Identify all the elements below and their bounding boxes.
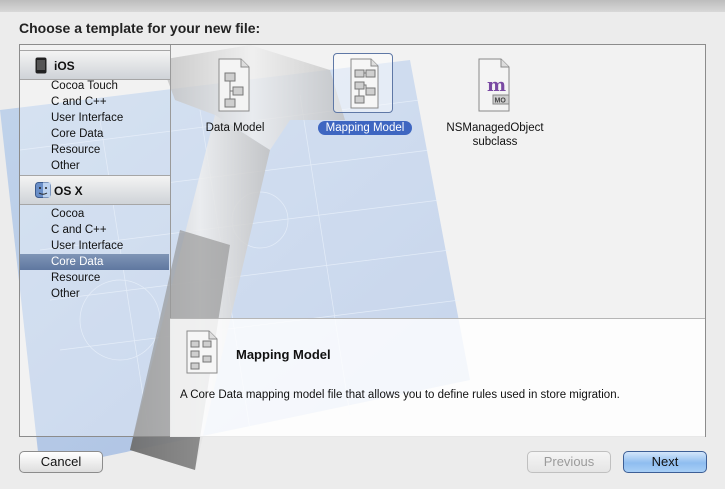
window-titlebar-strip: [0, 0, 725, 12]
data-model-file-icon: [218, 58, 250, 112]
sidebar-item-user-interface-osx[interactable]: User Interface: [20, 238, 169, 254]
previous-button[interactable]: Previous: [527, 451, 611, 473]
template-data-model[interactable]: Data Model: [185, 55, 285, 155]
template-chooser-panel: iOS Cocoa Touch C and C++ User Interface…: [19, 44, 706, 437]
dialog-title: Choose a template for your new file:: [19, 20, 261, 36]
template-mapping-model[interactable]: Mapping Model: [315, 53, 415, 153]
cancel-button[interactable]: Cancel: [19, 451, 103, 473]
template-description-panel: Mapping Model A Core Data mapping model …: [170, 318, 705, 437]
svg-text:MO: MO: [495, 98, 507, 105]
sidebar-section-osx[interactable]: OS X: [20, 175, 170, 205]
sidebar-item-resource-osx[interactable]: Resource: [20, 270, 169, 286]
sidebar-item-core-data-ios[interactable]: Core Data: [20, 126, 169, 142]
description-title: Mapping Model: [236, 347, 331, 362]
description-text: A Core Data mapping model file that allo…: [180, 389, 620, 401]
sidebar-section-label: iOS: [54, 59, 75, 73]
mapping-model-file-icon: [186, 330, 218, 374]
sidebar-item-other-osx[interactable]: Other: [20, 286, 169, 302]
iphone-icon: [35, 57, 47, 74]
sidebar-item-cocoa[interactable]: Cocoa: [20, 206, 169, 222]
sidebar-item-resource-ios[interactable]: Resource: [20, 142, 169, 158]
next-button[interactable]: Next: [623, 451, 707, 473]
sidebar-item-core-data-osx[interactable]: Core Data: [20, 254, 169, 270]
mapping-model-file-icon: [350, 58, 379, 109]
sidebar-item-c-and-cpp-osx[interactable]: C and C++: [20, 222, 169, 238]
sidebar-item-user-interface-ios[interactable]: User Interface: [20, 110, 169, 126]
sidebar-section-label: OS X: [54, 184, 83, 198]
template-nsmanagedobject-subclass[interactable]: m MO NSManagedObject subclass: [445, 55, 545, 155]
sidebar-item-cocoa-touch[interactable]: Cocoa Touch: [20, 78, 169, 94]
template-label: Data Model: [205, 122, 265, 134]
template-label: Mapping Model: [315, 121, 415, 135]
sidebar-item-c-and-cpp-ios[interactable]: C and C++: [20, 94, 169, 110]
managed-object-file-icon: m MO: [478, 58, 510, 112]
svg-text:m: m: [487, 75, 506, 96]
sidebar-section-ios[interactable]: iOS: [20, 50, 170, 80]
platform-sidebar: iOS Cocoa Touch C and C++ User Interface…: [20, 45, 171, 436]
template-label: NSManagedObject subclass: [446, 122, 544, 148]
sidebar-item-other-ios[interactable]: Other: [20, 158, 169, 174]
mac-finder-icon: [35, 182, 51, 198]
